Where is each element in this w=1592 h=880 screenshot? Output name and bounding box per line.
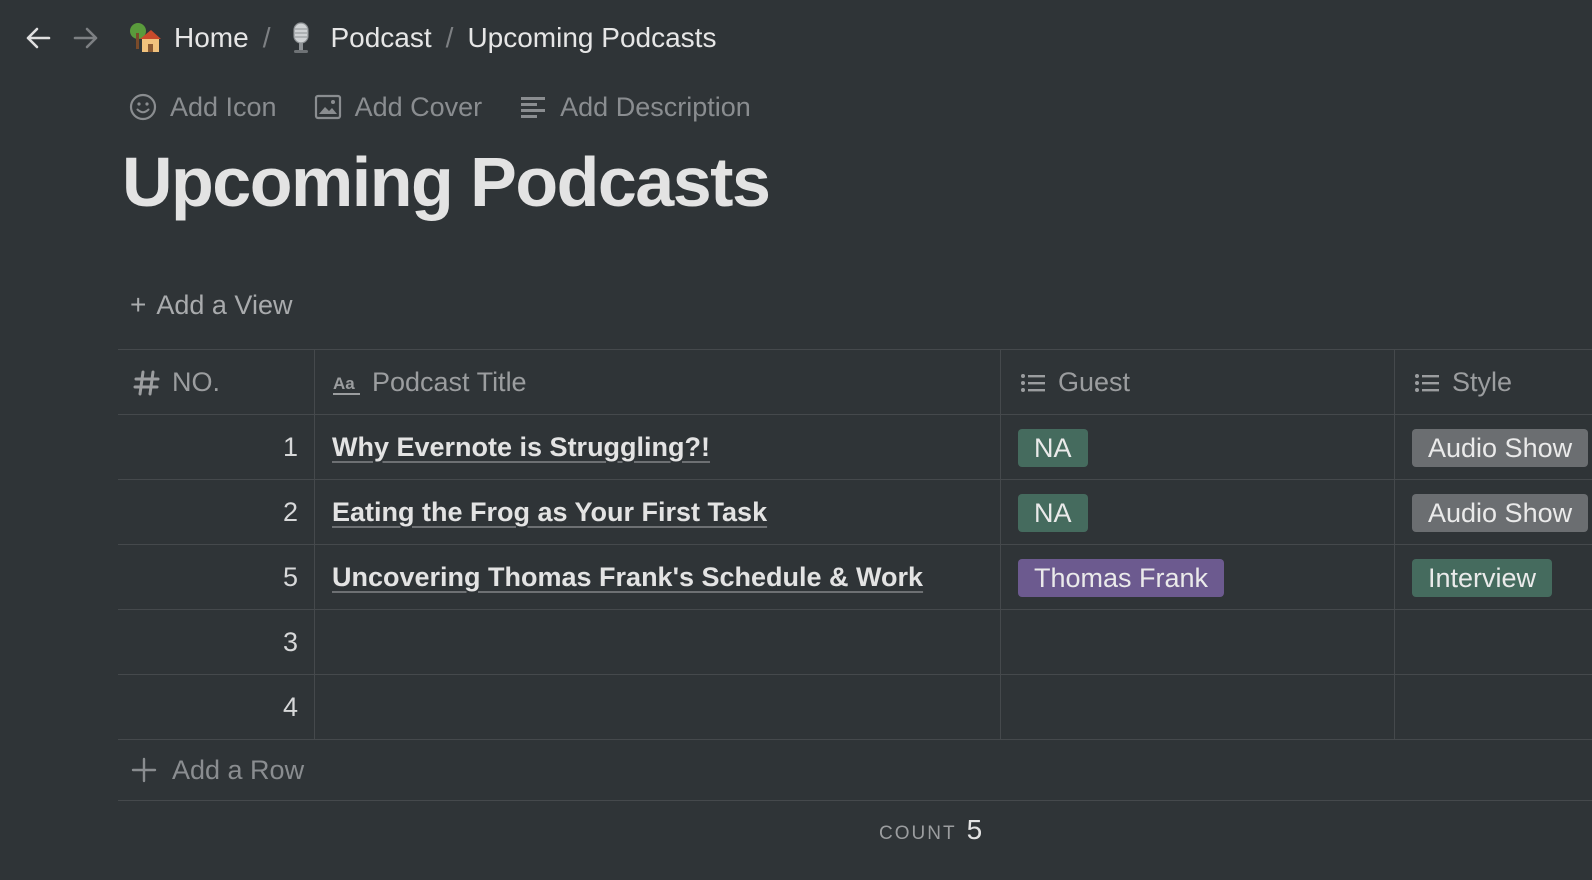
add-view-label: Add a View — [156, 289, 293, 320]
podcast-title-link[interactable]: Uncovering Thomas Frank's Schedule & Wor… — [332, 562, 923, 593]
add-icon-label: Add Icon — [170, 91, 277, 122]
number-icon — [133, 370, 160, 395]
breadcrumb-podcast[interactable]: Podcast — [284, 21, 432, 55]
text-icon: Aa — [333, 374, 360, 395]
column-header-label: Podcast Title — [372, 367, 527, 397]
table-row[interactable]: 2 Eating the Frog as Your First Task NA … — [118, 479, 1592, 545]
podcast-title-link[interactable]: Why Evernote is Struggling?! — [332, 432, 710, 463]
plus-icon — [131, 757, 157, 783]
cell-no[interactable]: 1 — [118, 415, 314, 480]
database-table: NO. Aa Podcast Title Guest Style 1 Why E… — [118, 349, 1592, 804]
guest-tag: NA — [1018, 493, 1088, 532]
cell-style[interactable]: Audio Show — [1394, 415, 1592, 480]
house-emoji-icon — [128, 21, 162, 55]
row-count[interactable]: COUNT 5 — [879, 814, 982, 846]
breadcrumb-home-label: Home — [174, 22, 249, 53]
cell-style[interactable] — [1394, 610, 1592, 675]
guest-tag: NA — [1018, 428, 1088, 467]
back-button[interactable] — [22, 22, 54, 54]
table-row[interactable]: 5 Uncovering Thomas Frank's Schedule & W… — [118, 544, 1592, 610]
cell-no[interactable]: 5 — [118, 545, 314, 610]
plus-icon: + — [130, 289, 147, 320]
add-row-label: Add a Row — [172, 754, 305, 785]
table-row[interactable]: 4 — [118, 674, 1592, 740]
cell-style[interactable] — [1394, 675, 1592, 740]
cell-guest[interactable] — [1000, 610, 1394, 675]
breadcrumb-home[interactable]: Home — [128, 21, 249, 55]
style-tag: Audio Show — [1412, 428, 1589, 467]
cell-style[interactable]: Audio Show — [1394, 480, 1592, 545]
count-label: COUNT — [879, 823, 957, 844]
guest-tag: Thomas Frank — [1018, 558, 1225, 597]
add-description-button[interactable]: Add Description — [518, 86, 751, 128]
row-number: 3 — [282, 627, 298, 657]
breadcrumb-separator: / — [445, 22, 454, 53]
breadcrumb-separator: / — [262, 22, 271, 53]
table-row[interactable]: 1 Why Evernote is Struggling?! NA Audio … — [118, 414, 1592, 480]
column-header-no[interactable]: NO. — [118, 350, 314, 415]
row-number: 2 — [282, 497, 298, 527]
breadcrumb-current[interactable]: Upcoming Podcasts — [467, 22, 716, 54]
cell-guest[interactable]: NA — [1000, 415, 1394, 480]
svg-text:Aa: Aa — [333, 374, 355, 393]
column-header-label: Guest — [1058, 367, 1131, 397]
column-header-style[interactable]: Style — [1394, 350, 1592, 415]
add-icon-button[interactable]: Add Icon — [128, 86, 277, 128]
text-lines-icon — [521, 97, 546, 118]
page-actions: Add Icon Add Cover Add Description — [128, 86, 787, 128]
row-number: 5 — [282, 562, 298, 592]
table-header-row: NO. Aa Podcast Title Guest Style — [118, 349, 1592, 415]
style-tag: Audio Show — [1412, 493, 1589, 532]
breadcrumb-podcast-label: Podcast — [330, 22, 432, 53]
breadcrumb: Home / Podcast / Upcoming Podcasts — [128, 18, 716, 58]
image-icon — [314, 94, 341, 120]
page-title[interactable]: Upcoming Podcasts — [122, 142, 771, 222]
cell-title[interactable]: Eating the Frog as Your First Task — [314, 480, 1000, 545]
row-number: 4 — [282, 692, 298, 722]
cell-guest[interactable] — [1000, 675, 1394, 740]
arrow-right-icon — [73, 27, 98, 49]
table-row[interactable]: 3 — [118, 609, 1592, 675]
cell-title[interactable] — [314, 610, 1000, 675]
breadcrumb-current-label: Upcoming Podcasts — [467, 22, 717, 53]
column-header-guest[interactable]: Guest — [1000, 350, 1394, 415]
style-tag: Interview — [1412, 558, 1553, 597]
arrow-left-icon — [26, 27, 51, 49]
cell-guest[interactable]: Thomas Frank — [1000, 545, 1394, 610]
cell-guest[interactable]: NA — [1000, 480, 1394, 545]
cell-title[interactable] — [314, 675, 1000, 740]
add-description-label: Add Description — [560, 91, 751, 122]
microphone-emoji-icon — [284, 21, 318, 55]
list-icon — [1415, 373, 1439, 392]
column-header-podcast-title[interactable]: Aa Podcast Title — [314, 350, 1000, 415]
top-bar: Home / Podcast / Upcoming Podcasts — [0, 0, 1592, 76]
podcast-title-link[interactable]: Eating the Frog as Your First Task — [332, 497, 767, 528]
column-header-label: NO. — [172, 367, 221, 397]
cell-no[interactable]: 2 — [118, 480, 314, 545]
smiley-icon — [129, 93, 157, 121]
add-row-button[interactable]: Add a Row — [118, 739, 1592, 801]
cell-style[interactable]: Interview — [1394, 545, 1592, 610]
column-header-label: Style — [1452, 367, 1513, 397]
row-number: 1 — [282, 432, 298, 462]
count-value: 5 — [966, 814, 983, 845]
add-cover-button[interactable]: Add Cover — [313, 86, 483, 128]
cell-no[interactable]: 3 — [118, 610, 314, 675]
add-cover-label: Add Cover — [354, 91, 483, 122]
cell-title[interactable]: Uncovering Thomas Frank's Schedule & Wor… — [314, 545, 1000, 610]
list-icon — [1021, 373, 1045, 392]
cell-title[interactable]: Why Evernote is Struggling?! — [314, 415, 1000, 480]
forward-button[interactable] — [70, 22, 102, 54]
cell-no[interactable]: 4 — [118, 675, 314, 740]
add-view-button[interactable]: + Add a View — [130, 284, 292, 326]
